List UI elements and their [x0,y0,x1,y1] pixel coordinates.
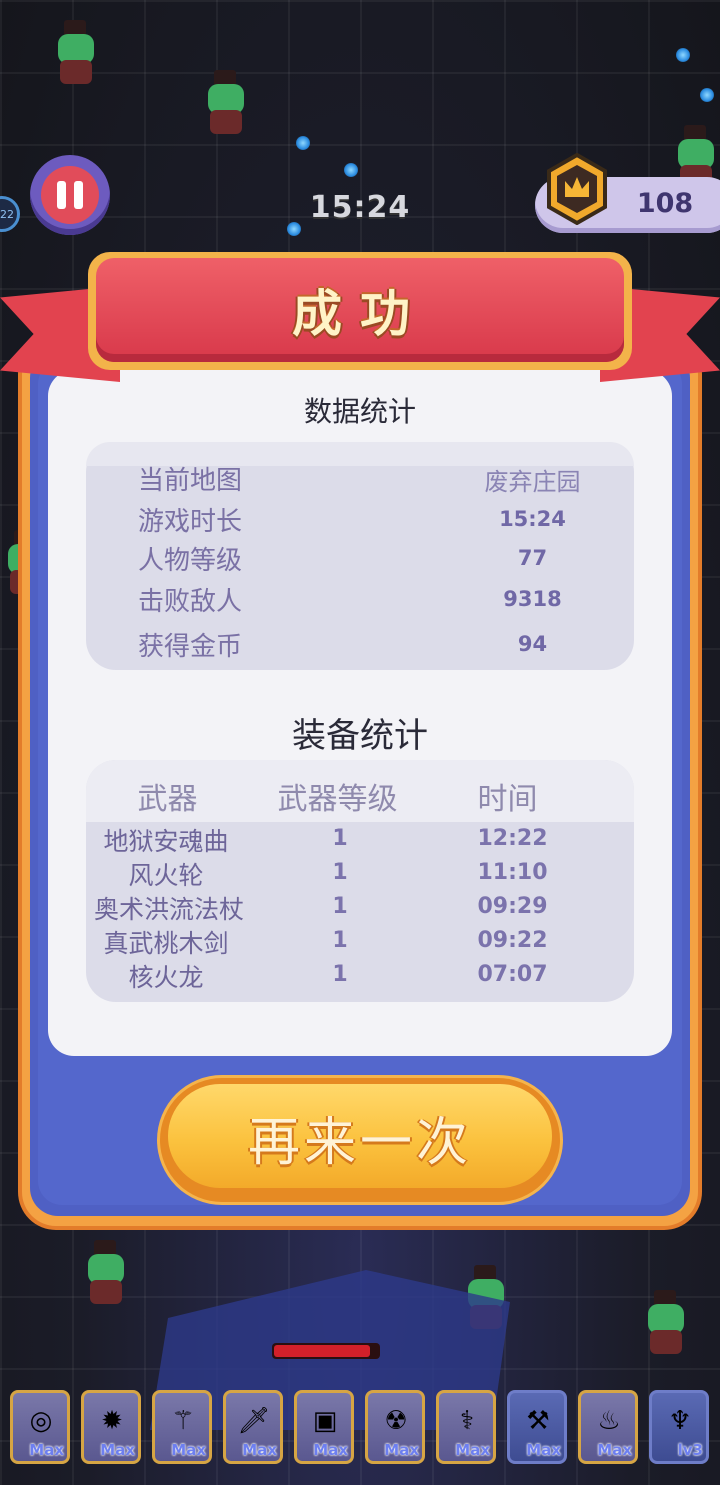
cauldron-icon: ☢ [384,1406,408,1436]
stat-value-level: 77 [517,546,548,570]
equip-level: 1 [332,962,348,987]
equip-time: 12:22 [477,826,548,851]
skill-level-label: Max [597,1441,632,1459]
spiked-wheel-icon: ✹ [101,1406,123,1436]
equip-level: 1 [332,928,348,953]
player-health-fill [274,1345,370,1357]
stat-value-gold: 94 [517,632,548,656]
stat-value-map: 废弃庄园 [484,468,581,496]
equip-weapon: 风火轮 [128,861,204,890]
equip-level: 1 [332,860,348,885]
wand-icon: ⚕ [459,1406,475,1436]
pause-button[interactable] [30,155,110,235]
zombie-enemy [200,70,252,134]
dagger-icon: 🗡 [237,1406,271,1436]
skill-level-label: Max [242,1441,277,1459]
col-header-weapon: 武器 [137,782,198,817]
col-header-time: 时间 [477,782,538,817]
game-timer: 15:24 [309,190,411,225]
skill-level-label: Max [171,1441,206,1459]
skill-slot[interactable]: ⚒ Max [507,1390,567,1464]
equip-weapon: 奥术洪流法杖 [93,895,244,924]
stats-heading: 数据统计 [303,395,416,428]
fire-torch-icon: ♨ [597,1406,621,1436]
result-title: 成功 [292,285,428,343]
equip-time: 07:07 [477,962,548,987]
xp-orb [287,222,301,236]
player-health-bar [272,1343,380,1359]
xp-orb [676,48,690,62]
zombie-enemy [640,1290,692,1354]
crown-coin-icon [547,153,607,225]
skill-level-label: Max [526,1441,561,1459]
stat-label-level: 人物等级 [138,546,243,576]
magic-staff-icon: ⚚ [171,1406,195,1436]
stat-label-kills: 击败敌人 [138,587,243,617]
equip-weapon: 地狱安魂曲 [103,827,229,856]
skill-slot[interactable]: ⚚ Max [152,1390,212,1464]
zombie-enemy [80,1240,132,1304]
zombie-enemy [50,20,102,84]
stat-label-duration: 游戏时长 [138,507,243,537]
xp-orb [700,88,714,102]
bat-wings-icon: ♆ [668,1406,692,1436]
equip-level: 1 [332,826,348,851]
skill-slot[interactable]: 🗡 Max [223,1390,283,1464]
equip-weapon: 核火龙 [128,963,204,992]
skill-level-label: Max [313,1441,348,1459]
skill-level-label: Max [29,1441,64,1459]
skill-slot[interactable]: ▣ Max [294,1390,354,1464]
stat-value-kills: 9318 [503,587,562,611]
equip-time: 11:10 [477,860,548,885]
skill-level-label: Max [455,1441,490,1459]
skill-slot[interactable]: ◎ Max [10,1390,70,1464]
play-again-button[interactable]: 再来一次 [160,1078,560,1202]
coin-count: 108 [636,188,694,219]
stat-label-gold: 获得金币 [138,632,243,662]
green-gun-icon: ⚒ [526,1406,550,1436]
equip-heading: 装备统计 [292,716,428,756]
skill-slot[interactable]: ⚕ Max [436,1390,496,1464]
skill-slot[interactable]: ✹ Max [81,1390,141,1464]
stat-value-duration: 15:24 [499,507,566,531]
xp-orb [344,163,358,177]
skill-level-label: Max [384,1441,419,1459]
col-header-level: 武器等级 [277,782,398,817]
stat-label-map: 当前地图 [138,466,243,496]
skill-slot[interactable]: ☢ Max [365,1390,425,1464]
equip-weapon: 真武桃木剑 [103,929,229,958]
skill-slot[interactable]: ♨ Max [578,1390,638,1464]
skill-level-label: lv3 [677,1441,703,1459]
target-disc-icon: ◎ [29,1406,53,1436]
pause-icon [41,166,99,224]
skill-level-label: Max [100,1441,135,1459]
xp-orb [296,136,310,150]
equip-time: 09:22 [477,928,548,953]
equip-time: 09:29 [477,894,548,919]
equip-level: 1 [332,894,348,919]
play-again-label: 再来一次 [247,1112,472,1173]
skill-slot[interactable]: ♆ lv3 [649,1390,709,1464]
treasure-box-icon: ▣ [312,1406,338,1436]
